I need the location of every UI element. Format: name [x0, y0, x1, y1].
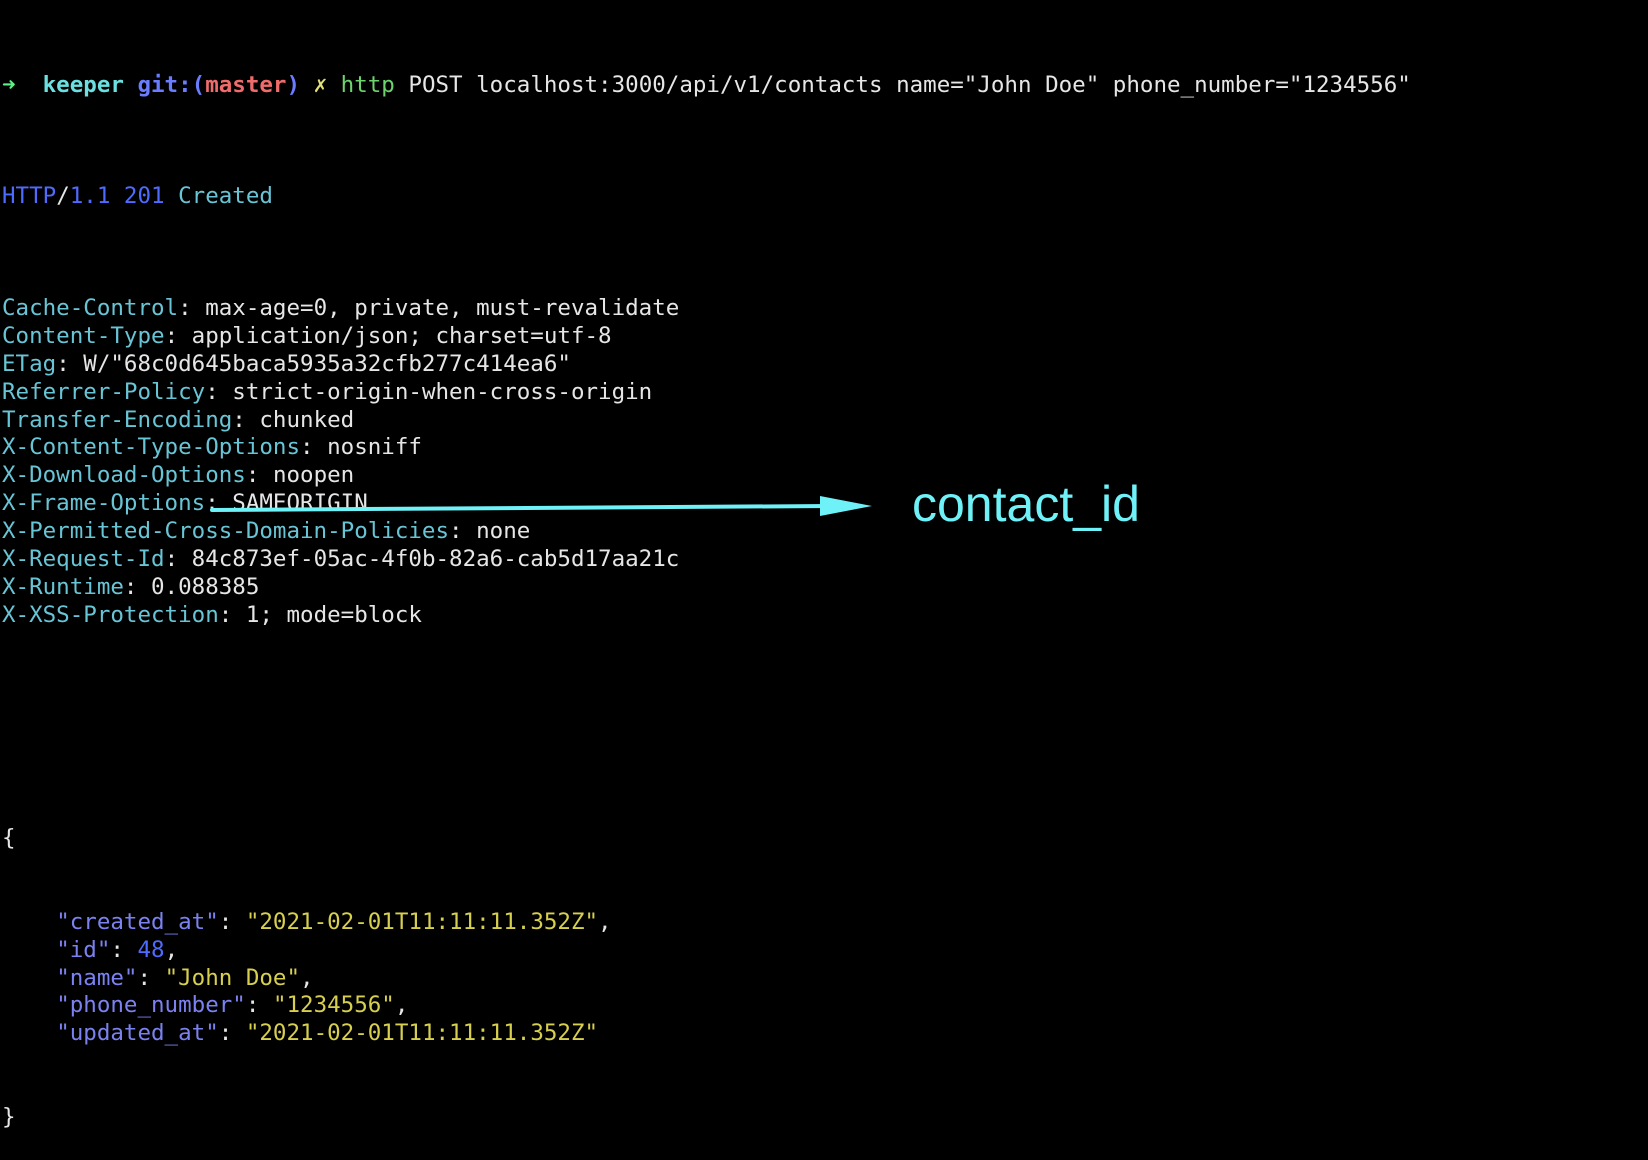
- header-line: X-Runtime: 0.088385: [2, 574, 1411, 602]
- header-separator: :: [178, 295, 206, 322]
- json-value: "1234556": [272, 992, 395, 1019]
- header-separator: :: [300, 434, 328, 461]
- dirty-mark-icon: ✗: [313, 71, 328, 98]
- header-separator: :: [164, 546, 192, 573]
- header-separator: :: [205, 378, 233, 405]
- annotation-label: contact_id: [912, 476, 1140, 532]
- status-code: 201: [123, 183, 165, 210]
- open-brace: {: [2, 825, 16, 852]
- json-open-brace: {: [2, 825, 1411, 853]
- json-fields: "created_at": "2021-02-01T11:11:11.352Z"…: [2, 909, 1411, 1048]
- header-line: Content-Type: application/json; charset=…: [2, 323, 1411, 351]
- json-field: "created_at": "2021-02-01T11:11:11.352Z"…: [56, 908, 612, 935]
- command-name: http: [340, 71, 395, 98]
- header-line: X-XSS-Protection: 1; mode=block: [2, 602, 1411, 630]
- json-comma: ,: [394, 992, 409, 1019]
- header-separator: :: [164, 322, 192, 349]
- header-value: strict-origin-when-cross-origin: [232, 378, 653, 405]
- header-separator: :: [218, 601, 246, 628]
- json-key: "created_at": [56, 908, 219, 935]
- header-line: Referrer-Policy: strict-origin-when-cros…: [2, 379, 1411, 407]
- prompt-line: ➜ keeper git:(master) ✗ http POST localh…: [2, 72, 1411, 100]
- json-value: "John Doe": [164, 964, 301, 991]
- header-key: X-Content-Type-Options: [2, 434, 301, 461]
- status-proto: HTTP: [2, 183, 57, 210]
- json-field: "phone_number": "1234556",: [56, 992, 409, 1019]
- json-value: "2021-02-01T11:11:11.352Z": [245, 1020, 599, 1047]
- close-brace: }: [2, 1104, 16, 1131]
- header-key: Cache-Control: [2, 295, 179, 322]
- header-line: X-Frame-Options: SAMEORIGIN: [2, 490, 1411, 518]
- header-value: none: [476, 518, 531, 545]
- header-separator: :: [449, 518, 477, 545]
- header-value: 1; mode=block: [245, 601, 422, 628]
- header-key: X-Permitted-Cross-Domain-Policies: [2, 518, 450, 545]
- git-branch: master: [205, 71, 287, 98]
- header-separator: :: [245, 462, 273, 489]
- header-key: Transfer-Encoding: [2, 406, 233, 433]
- command-args[interactable]: POST localhost:3000/api/v1/contacts name…: [408, 72, 1410, 98]
- json-key: "name": [56, 964, 138, 991]
- header-key: Content-Type: [2, 322, 165, 349]
- header-key: X-Download-Options: [2, 462, 246, 489]
- json-comma: ,: [300, 964, 314, 991]
- prompt-dir: keeper: [42, 71, 124, 98]
- header-line: ETag: W/"68c0d645baca5935a32cfb277c414ea…: [2, 351, 1411, 379]
- json-value: "2021-02-01T11:11:11.352Z": [245, 908, 599, 935]
- json-key: "phone_number": [56, 992, 246, 1019]
- json-comma: ,: [598, 908, 612, 935]
- terminal-output: ➜ keeper git:(master) ✗ http POST localh…: [2, 16, 1411, 1160]
- header-value: noopen: [272, 462, 355, 489]
- json-field: "updated_at": "2021-02-01T11:11:11.352Z": [56, 1020, 599, 1047]
- header-key: X-Request-Id: [2, 546, 165, 573]
- json-key: "id": [56, 936, 111, 963]
- header-line: X-Download-Options: noopen: [2, 462, 1411, 490]
- header-value: 84c873ef-05ac-4f0b-82a6-cab5d17aa21c: [191, 546, 680, 573]
- prompt-arrow-icon: ➜: [2, 71, 16, 98]
- header-key: Referrer-Policy: [2, 378, 206, 405]
- header-key: X-Frame-Options: [2, 490, 206, 517]
- status-line: HTTP/1.1 201 Created: [2, 183, 1411, 211]
- status-slash: /: [56, 183, 70, 210]
- status-text: Created: [178, 183, 273, 210]
- header-value: application/json; charset=utf-8: [191, 322, 612, 349]
- json-close-brace: }: [2, 1104, 1411, 1132]
- git-suffix: ): [286, 71, 301, 98]
- header-line: Cache-Control: max-age=0, private, must-…: [2, 295, 1411, 323]
- header-value: chunked: [259, 406, 355, 433]
- header-line: Transfer-Encoding: chunked: [2, 407, 1411, 435]
- response-headers: Cache-Control: max-age=0, private, must-…: [2, 295, 1411, 630]
- header-key: ETag: [2, 350, 57, 377]
- header-separator: :: [232, 406, 260, 433]
- json-comma: ,: [164, 936, 179, 963]
- json-value: 48: [137, 936, 165, 963]
- header-line: X-Permitted-Cross-Domain-Policies: none: [2, 518, 1411, 546]
- header-key: X-XSS-Protection: [2, 601, 219, 628]
- header-value: nosniff: [327, 434, 422, 461]
- header-value: W/"68c0d645baca5935a32cfb277c414ea6": [83, 350, 571, 377]
- json-field: "id": 48,: [56, 936, 179, 963]
- header-line: X-Request-Id: 84c873ef-05ac-4f0b-82a6-ca…: [2, 546, 1411, 574]
- header-line: X-Content-Type-Options: nosniff: [2, 434, 1411, 462]
- status-version: 1.1: [69, 183, 111, 210]
- header-value: max-age=0, private, must-revalidate: [205, 295, 680, 322]
- header-separator: :: [123, 573, 152, 600]
- header-key: X-Runtime: [2, 573, 124, 600]
- header-value: 0.088385: [151, 573, 260, 600]
- git-prefix: git:(: [137, 71, 206, 98]
- json-field: "name": "John Doe",: [56, 964, 314, 991]
- header-separator: :: [56, 350, 84, 377]
- header-separator: :: [205, 490, 233, 517]
- header-value: SAMEORIGIN: [232, 490, 368, 517]
- json-key: "updated_at": [56, 1020, 219, 1047]
